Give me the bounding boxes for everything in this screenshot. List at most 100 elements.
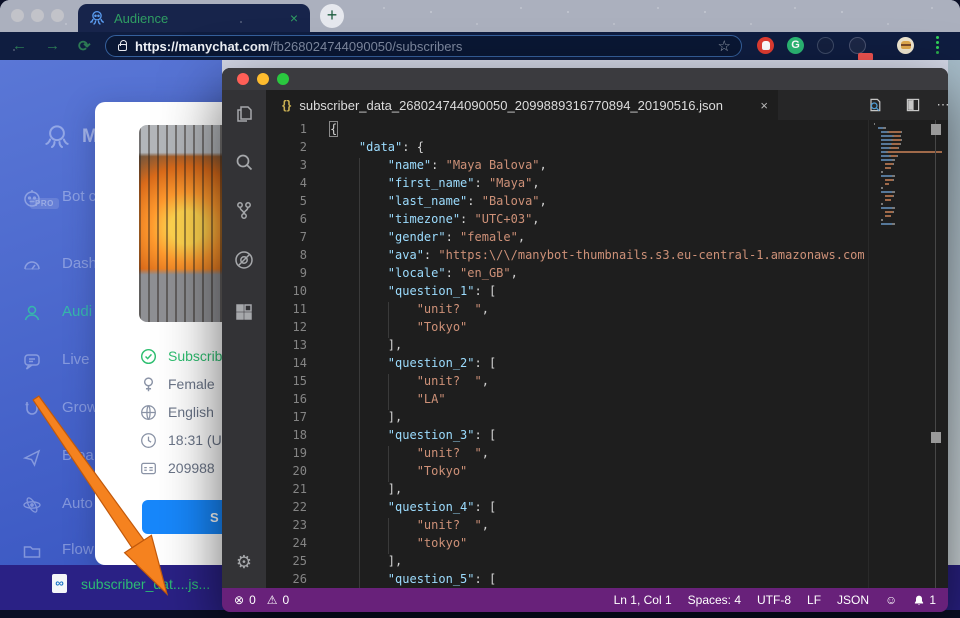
- code-line-8[interactable]: "ava": "https:\/\/manybot-thumbnails.s3.…: [330, 248, 948, 266]
- code-line-13[interactable]: ],: [330, 338, 948, 356]
- subscriber-id-label: 209988: [168, 460, 215, 476]
- split-editor-icon[interactable]: [904, 97, 922, 113]
- errors-count: 0: [249, 593, 256, 607]
- more-actions-icon[interactable]: ⋯: [934, 97, 948, 113]
- vscode-editor-tab[interactable]: {} subscriber_data_268024744090050_20998…: [266, 90, 778, 120]
- subscriber-status-label: Subscrib: [168, 348, 222, 364]
- tab-close-icon[interactable]: ×: [290, 10, 298, 26]
- address-bar[interactable]: https://manychat.com /fb268024744090050/…: [105, 35, 742, 57]
- extension-shield-icon[interactable]: [817, 37, 834, 54]
- download-item[interactable]: ∞ subscriber_dat....js... ^: [52, 574, 237, 593]
- browser-toolbar: ← → ⟳ https://manychat.com /fb2680247440…: [0, 32, 960, 60]
- browser-tab-strip: Audience × +: [0, 0, 960, 32]
- code-line-19[interactable]: "unit? ",: [330, 446, 948, 464]
- explorer-icon[interactable]: [234, 104, 254, 124]
- extension-spiral-icon[interactable]: [849, 37, 866, 54]
- code-line-25[interactable]: ],: [330, 554, 948, 572]
- code-line-7[interactable]: "gender": "female",: [330, 230, 948, 248]
- code-line-26[interactable]: "question_5": [: [330, 572, 948, 588]
- code-lines[interactable]: { "data": { "name": "Maya Balova", "firs…: [330, 122, 948, 588]
- subscriber-language-label: English: [168, 404, 214, 420]
- check-circle-icon: [140, 348, 157, 365]
- code-line-17[interactable]: ],: [330, 410, 948, 428]
- code-line-5[interactable]: "last_name": "Balova",: [330, 194, 948, 212]
- status-item[interactable]: JSON: [837, 593, 869, 607]
- broadcasting-icon: [22, 447, 42, 467]
- forward-button[interactable]: →: [45, 37, 60, 54]
- open-preview-icon[interactable]: [866, 97, 884, 113]
- extension-blocker-icon[interactable]: [757, 37, 774, 54]
- status-item[interactable]: UTF-8: [757, 593, 791, 607]
- extensions-icon[interactable]: [234, 302, 254, 322]
- code-line-21[interactable]: ],: [330, 482, 948, 500]
- reload-button[interactable]: ⟳: [78, 37, 91, 55]
- code-line-24[interactable]: "tokyo": [330, 536, 948, 554]
- back-button[interactable]: ←: [12, 37, 27, 54]
- vscode-titlebar: [222, 68, 948, 90]
- code-line-15[interactable]: "unit? ",: [330, 374, 948, 392]
- browser-tab-audience[interactable]: Audience ×: [78, 4, 310, 32]
- vscode-zoom-button[interactable]: [277, 73, 289, 85]
- extension-burger-icon[interactable]: [897, 37, 914, 54]
- code-line-3[interactable]: "name": "Maya Balova",: [330, 158, 948, 176]
- code-line-23[interactable]: "unit? ",: [330, 518, 948, 536]
- page-scrollbar-strip[interactable]: [948, 60, 960, 565]
- globe-icon: [140, 404, 157, 421]
- errors-icon: ⊗: [234, 593, 244, 607]
- code-line-4[interactable]: "first_name": "Maya",: [330, 176, 948, 194]
- code-line-16[interactable]: "LA": [330, 392, 948, 410]
- female-icon: [140, 376, 157, 393]
- notification-count: 1: [929, 593, 936, 607]
- new-tab-button[interactable]: +: [320, 4, 344, 28]
- sidebar-item-label: Audi: [62, 303, 92, 320]
- code-line-12[interactable]: "Tokyo": [330, 320, 948, 338]
- bell-icon: [913, 594, 925, 607]
- vscode-editor[interactable]: 1234567891011121314151617181920212223242…: [266, 120, 948, 588]
- clock-icon: [140, 432, 157, 449]
- bookmark-star-icon[interactable]: ☆: [718, 37, 731, 55]
- notifications-status[interactable]: 1: [913, 593, 936, 607]
- extension-overflow-dots[interactable]: [936, 36, 939, 54]
- sidebar-item-label: Broa: [62, 447, 94, 464]
- minimap[interactable]: [868, 120, 948, 588]
- vscode-window: ⚙ {} subscriber_data_268024744090050_209…: [222, 68, 948, 612]
- search-icon[interactable]: [234, 152, 254, 172]
- vscode-tab-close-icon[interactable]: ×: [760, 98, 768, 113]
- code-line-11[interactable]: "unit? ",: [330, 302, 948, 320]
- vscode-close-button[interactable]: [237, 73, 249, 85]
- vscode-file-icon: ∞: [52, 574, 67, 593]
- subscriber-gender-label: Female: [168, 376, 215, 392]
- debug-icon[interactable]: [234, 250, 254, 270]
- code-line-6[interactable]: "timezone": "UTC+03",: [330, 212, 948, 230]
- tab-title: Audience: [114, 11, 290, 26]
- source-control-icon[interactable]: [234, 200, 254, 220]
- problems-status[interactable]: ⊗ 0 ⚠ 0: [234, 593, 289, 607]
- status-item[interactable]: Ln 1, Col 1: [614, 593, 672, 607]
- hand-icon: [762, 41, 770, 50]
- code-line-20[interactable]: "Tokyo": [330, 464, 948, 482]
- desktop: Audience × + ← → ⟳ https://manychat.com …: [0, 0, 960, 618]
- code-line-2[interactable]: "data": {: [330, 140, 948, 158]
- code-line-18[interactable]: "question_3": [: [330, 428, 948, 446]
- browser-zoom-button[interactable]: [51, 9, 64, 22]
- sidebar-item-label: Bot c: [62, 188, 96, 205]
- vscode-minimize-button[interactable]: [257, 73, 269, 85]
- browser-close-button[interactable]: [11, 9, 24, 22]
- code-line-22[interactable]: "question_4": [: [330, 500, 948, 518]
- automation-icon: [22, 495, 42, 515]
- settings-gear-icon[interactable]: ⚙: [234, 552, 254, 572]
- extension-grammarly-icon[interactable]: G: [787, 37, 804, 54]
- growth-tools-icon: [22, 399, 42, 419]
- code-line-1[interactable]: {: [330, 122, 948, 140]
- status-item[interactable]: Spaces: 4: [688, 593, 741, 607]
- vscode-tab-filename: subscriber_data_268024744090050_20998893…: [299, 98, 750, 113]
- feedback-smiley-icon[interactable]: ☺: [885, 593, 897, 607]
- code-line-14[interactable]: "question_2": [: [330, 356, 948, 374]
- subscriber-time-label: 18:31 (U: [168, 432, 222, 448]
- browser-minimize-button[interactable]: [31, 9, 44, 22]
- manychat-favicon: [88, 9, 106, 27]
- status-item[interactable]: LF: [807, 593, 821, 607]
- overview-ruler-marker: [931, 432, 941, 443]
- code-line-9[interactable]: "locale": "en_GB",: [330, 266, 948, 284]
- code-line-10[interactable]: "question_1": [: [330, 284, 948, 302]
